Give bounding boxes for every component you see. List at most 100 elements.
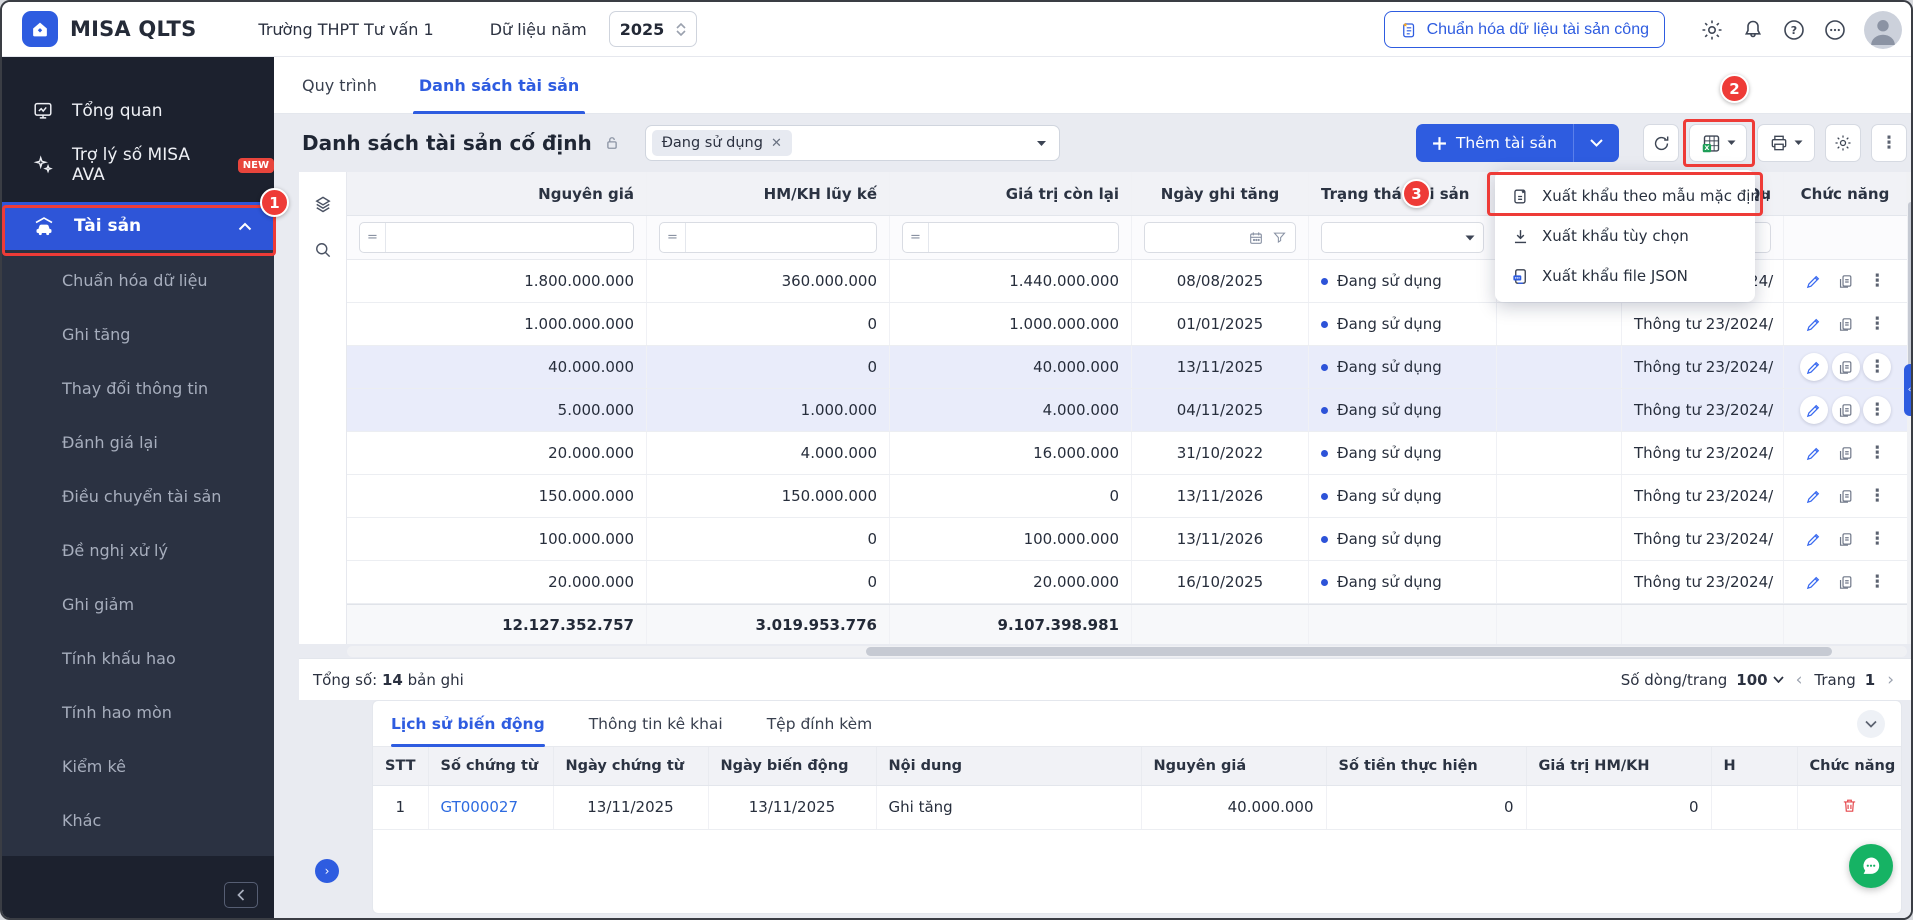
more-actions-button[interactable]: ⋮ bbox=[1871, 124, 1907, 162]
table-row[interactable]: 100.000.000 0 100.000.000 13/11/2026 Đan… bbox=[347, 518, 1907, 561]
sidebar-subitem-record-decrease[interactable]: Ghi giảm bbox=[2, 578, 274, 632]
sidebar-subitem-disposal-request[interactable]: Đề nghị xử lý bbox=[2, 524, 274, 578]
user-avatar[interactable] bbox=[1864, 11, 1902, 49]
sidebar-subitem-other[interactable]: Khác bbox=[2, 794, 274, 848]
col-nguyen-gia[interactable]: Nguyên giá bbox=[1141, 747, 1326, 785]
sidebar-subitem-transfer-asset[interactable]: Điều chuyển tài sản bbox=[2, 470, 274, 524]
edit-icon[interactable] bbox=[1800, 396, 1828, 424]
col-gia-tri-hmkh[interactable]: Giá trị HM/KH bbox=[1526, 747, 1711, 785]
edit-icon[interactable] bbox=[1800, 439, 1828, 467]
copy-icon[interactable] bbox=[1832, 267, 1860, 295]
col-so-tien-thuc-hien[interactable]: Số tiền thực hiện bbox=[1326, 747, 1526, 785]
sidebar-item-ava-assistant[interactable]: Trợ lý số MISA AVA NEW bbox=[2, 138, 274, 192]
lock-icon[interactable] bbox=[603, 134, 621, 152]
chat-support-button[interactable] bbox=[1849, 844, 1893, 888]
copy-icon[interactable] bbox=[1832, 439, 1860, 467]
sidebar-subitem-record-increase[interactable]: Ghi tăng bbox=[2, 308, 274, 362]
filter-gia-tri-con-lai[interactable]: = bbox=[902, 222, 1119, 253]
menu-item-export-default-template[interactable]: Xuất khẩu theo mẫu mặc định bbox=[1495, 176, 1755, 216]
table-row[interactable]: 150.000.000 150.000.000 0 13/11/2026 Đan… bbox=[347, 475, 1907, 518]
sidebar-subitem-wear-calculation[interactable]: Tính hao mòn bbox=[2, 686, 274, 740]
tab-declaration-info[interactable]: Thông tin kê khai bbox=[589, 701, 723, 747]
side-panel-expand-tab[interactable]: ‹ bbox=[1904, 364, 1913, 416]
row-more-icon[interactable]: ⋮ bbox=[1863, 353, 1891, 381]
spinner-arrows-icon[interactable] bbox=[676, 23, 686, 36]
vertical-scrollbar-thumb[interactable] bbox=[1908, 202, 1913, 382]
filter-operator[interactable]: = bbox=[903, 223, 929, 252]
copy-icon[interactable] bbox=[1832, 482, 1860, 510]
row-more-icon[interactable]: ⋮ bbox=[1863, 439, 1891, 467]
copy-icon[interactable] bbox=[1832, 353, 1860, 381]
table-row[interactable]: 20.000.000 0 20.000.000 16/10/2025 Đang … bbox=[347, 561, 1907, 604]
sidebar-item-assets[interactable]: Tài sản bbox=[2, 202, 274, 250]
col-header-gia-tri-con-lai[interactable]: Giá trị còn lại bbox=[890, 172, 1132, 215]
filter-operator[interactable]: = bbox=[360, 223, 386, 252]
copy-icon[interactable] bbox=[1832, 310, 1860, 338]
tab-asset-list[interactable]: Danh sách tài sản bbox=[419, 57, 579, 114]
menu-item-export-json[interactable]: Xuất khẩu file JSON bbox=[1495, 256, 1755, 296]
tab-attachments[interactable]: Tệp đính kèm bbox=[767, 701, 873, 747]
col-truncated[interactable]: H bbox=[1711, 747, 1797, 785]
filter-chip[interactable]: Đang sử dụng ✕ bbox=[652, 130, 792, 156]
sidebar-collapse-button[interactable] bbox=[224, 882, 258, 908]
row-more-icon[interactable]: ⋮ bbox=[1863, 267, 1891, 295]
table-settings-button[interactable] bbox=[1825, 124, 1861, 162]
copy-icon[interactable] bbox=[1832, 525, 1860, 553]
sidebar-subitem-depreciation[interactable]: Tính khấu hao bbox=[2, 632, 274, 686]
normalize-public-asset-button[interactable]: Chuẩn hóa dữ liệu tài sản công bbox=[1384, 11, 1665, 48]
rail-expand-button[interactable]: › bbox=[315, 859, 339, 883]
tab-process[interactable]: Quy trình bbox=[302, 57, 377, 114]
col-stt[interactable]: STT bbox=[373, 747, 428, 785]
add-asset-dropdown-button[interactable] bbox=[1573, 124, 1619, 162]
filter-ngay-ghi-tang[interactable] bbox=[1144, 222, 1296, 253]
horizontal-scrollbar-thumb[interactable] bbox=[866, 647, 1832, 656]
col-header-ngay-ghi-tang[interactable]: Ngày ghi tăng bbox=[1132, 172, 1309, 215]
sidebar-subitem-change-info[interactable]: Thay đổi thông tin bbox=[2, 362, 274, 416]
col-ngay-bien-dong[interactable]: Ngày biến động bbox=[708, 747, 876, 785]
col-noi-dung[interactable]: Nội dung bbox=[876, 747, 1141, 785]
sidebar-subitem-inventory[interactable]: Kiểm kê bbox=[2, 740, 274, 794]
row-more-icon[interactable]: ⋮ bbox=[1863, 568, 1891, 596]
col-so-chung-tu[interactable]: Số chứng từ bbox=[428, 747, 553, 785]
col-ngay-chung-tu[interactable]: Ngày chứng từ bbox=[553, 747, 708, 785]
horizontal-scrollbar[interactable] bbox=[347, 646, 1907, 657]
col-header-hmkh-luy-ke[interactable]: HM/KH lũy kế bbox=[647, 172, 890, 215]
row-more-icon[interactable]: ⋮ bbox=[1863, 396, 1891, 424]
sidebar-subitem-normalize-data[interactable]: Chuẩn hóa dữ liệu bbox=[2, 254, 274, 308]
calendar-icon[interactable] bbox=[1248, 230, 1264, 246]
filter-nguyen-gia[interactable]: = bbox=[359, 222, 634, 253]
help-icon[interactable]: ? bbox=[1782, 18, 1806, 42]
chip-remove-icon[interactable]: ✕ bbox=[771, 136, 782, 151]
per-page-select[interactable]: 100 bbox=[1736, 671, 1783, 689]
edit-icon[interactable] bbox=[1800, 267, 1828, 295]
status-filter-select[interactable]: Đang sử dụng ✕ bbox=[645, 125, 1060, 161]
menu-item-export-custom[interactable]: Xuất khẩu tùy chọn bbox=[1495, 216, 1755, 256]
copy-icon[interactable] bbox=[1832, 396, 1860, 424]
filter-hmkh[interactable]: = bbox=[659, 222, 877, 253]
add-asset-button[interactable]: Thêm tài sản bbox=[1416, 124, 1573, 162]
panel-collapse-button[interactable] bbox=[1857, 710, 1885, 738]
misa-logo-icon[interactable] bbox=[22, 11, 58, 47]
sidebar-subitem-revaluate[interactable]: Đánh giá lại bbox=[2, 416, 274, 470]
tab-history[interactable]: Lịch sử biến động bbox=[391, 701, 545, 747]
edit-icon[interactable] bbox=[1800, 525, 1828, 553]
notifications-bell-icon[interactable] bbox=[1741, 18, 1765, 42]
layers-icon[interactable] bbox=[313, 194, 333, 214]
copy-icon[interactable] bbox=[1832, 568, 1860, 596]
edit-icon[interactable] bbox=[1800, 482, 1828, 510]
row-more-icon[interactable]: ⋮ bbox=[1863, 310, 1891, 338]
prev-page-button[interactable]: ‹ bbox=[1793, 670, 1806, 690]
next-page-button[interactable]: › bbox=[1884, 670, 1897, 690]
more-options-icon[interactable] bbox=[1823, 18, 1847, 42]
delete-icon[interactable] bbox=[1841, 797, 1858, 814]
print-button[interactable] bbox=[1757, 124, 1815, 162]
export-excel-button[interactable]: X bbox=[1689, 124, 1747, 162]
table-row-selected[interactable]: 40.000.000 0 40.000.000 13/11/2025 Đang … bbox=[347, 346, 1907, 389]
filter-operator[interactable]: = bbox=[660, 223, 686, 252]
col-header-nguyen-gia[interactable]: Nguyên giá bbox=[347, 172, 647, 215]
edit-icon[interactable] bbox=[1800, 568, 1828, 596]
filter-trang-thai-select[interactable] bbox=[1321, 222, 1484, 253]
sidebar-item-overview[interactable]: Tổng quan bbox=[2, 84, 274, 138]
edit-icon[interactable] bbox=[1800, 353, 1828, 381]
year-spinner[interactable]: 2025 bbox=[609, 11, 697, 47]
